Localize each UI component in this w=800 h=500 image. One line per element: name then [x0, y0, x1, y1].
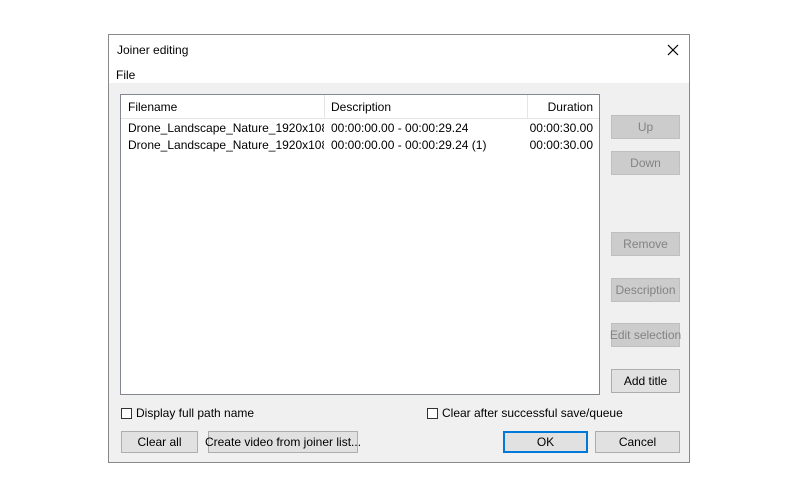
display-full-path-checkbox[interactable] — [121, 407, 132, 419]
up-button[interactable]: Up — [611, 115, 680, 139]
window-title: Joiner editing — [117, 43, 189, 57]
description-button[interactable]: Description — [611, 278, 680, 302]
remove-button[interactable]: Remove — [611, 232, 680, 256]
display-full-path-label: Display full path name — [136, 406, 255, 420]
display-full-path-option[interactable]: Display full path name — [121, 406, 254, 420]
clear-all-button[interactable]: Clear all — [121, 431, 198, 453]
row-duration: 00:00:30.00 — [529, 138, 593, 152]
clear-after-save-checkbox[interactable] — [427, 407, 438, 419]
row-filename: Drone_Landscape_Nature_1920x1080... — [128, 138, 324, 152]
menu-file[interactable]: File — [116, 68, 135, 82]
row-description: 00:00:00.00 - 00:00:29.24 (1) — [331, 138, 487, 152]
joiner-list[interactable]: Filename Description Duration Drone_Land… — [120, 94, 600, 395]
clear-after-save-label: Clear after successful save/queue — [442, 406, 623, 420]
title-bar: Joiner editing — [109, 35, 689, 65]
row-filename: Drone_Landscape_Nature_1920x1080... — [128, 121, 324, 135]
list-header: Filename Description Duration — [121, 95, 599, 119]
row-duration: 00:00:30.00 — [529, 121, 593, 135]
list-row[interactable]: Drone_Landscape_Nature_1920x1080... 00:0… — [121, 137, 599, 154]
column-header-duration[interactable]: Duration — [548, 95, 593, 119]
add-title-button[interactable]: Add title — [611, 369, 680, 393]
edit-selection-button[interactable]: Edit selection — [610, 323, 681, 347]
menu-bar: File — [109, 65, 689, 83]
column-divider[interactable] — [527, 95, 528, 119]
row-description: 00:00:00.00 - 00:00:29.24 — [331, 121, 469, 135]
close-button[interactable] — [657, 35, 689, 65]
column-header-filename[interactable]: Filename — [128, 95, 177, 119]
column-divider[interactable] — [324, 95, 325, 119]
ok-button[interactable]: OK — [503, 431, 588, 453]
down-button[interactable]: Down — [611, 151, 680, 175]
joiner-editing-dialog: Joiner editing File Filename Description… — [108, 34, 690, 463]
create-video-button[interactable]: Create video from joiner list... — [205, 431, 361, 453]
close-icon — [667, 44, 679, 56]
column-header-description[interactable]: Description — [331, 95, 391, 119]
cancel-button[interactable]: Cancel — [595, 431, 680, 453]
clear-after-save-option[interactable]: Clear after successful save/queue — [427, 406, 623, 420]
list-row[interactable]: Drone_Landscape_Nature_1920x1080... 00:0… — [121, 120, 599, 137]
